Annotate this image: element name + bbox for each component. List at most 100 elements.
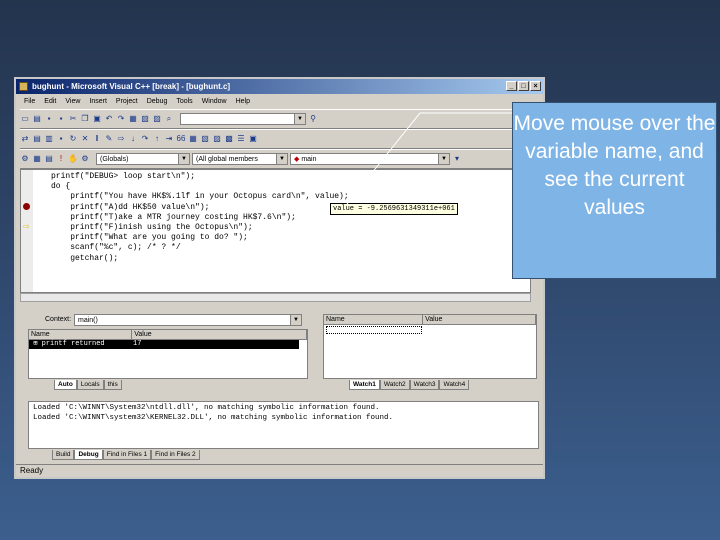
run-to-cursor-icon[interactable]: ⇥ <box>164 134 174 144</box>
tab-build[interactable]: Build <box>52 450 75 460</box>
code-editor[interactable]: ⇨ printf("DEBUG> loop start\n"); do { pri… <box>20 169 531 293</box>
code-line: printf("DEBUG> loop start\n"); <box>51 172 196 181</box>
save-icon[interactable]: ▪ <box>44 114 54 124</box>
output-line: Loaded 'C:\WINNT\system32\KERNEL32.DLL',… <box>33 414 394 422</box>
rebuild-icon[interactable]: ▥ <box>44 134 54 144</box>
tab-this[interactable]: this <box>103 380 122 390</box>
menu-tools[interactable]: Tools <box>176 98 192 105</box>
memory-icon[interactable]: ▩ <box>224 134 234 144</box>
find-icon[interactable]: ⚲ <box>308 114 318 124</box>
menu-window[interactable]: Window <box>202 98 227 105</box>
close-button[interactable]: × <box>530 81 541 91</box>
new-file-icon[interactable]: ▭ <box>20 114 30 124</box>
watch-window-icon[interactable]: ▦ <box>188 134 198 144</box>
compile-icon[interactable]: ⇄ <box>20 134 30 144</box>
code-line: printf("F)inish using the Octopus\n"); <box>51 223 253 233</box>
watch-pane[interactable]: Name Value <box>323 314 537 379</box>
output-pane[interactable]: Loaded 'C:\WINNT\System32\ntdll.dll', no… <box>28 401 539 449</box>
table-row[interactable]: ⊞ printf returned 17 <box>29 340 299 349</box>
function-combo-value: main <box>301 156 317 163</box>
scope-combo[interactable]: (Globals) ▼ <box>96 153 190 165</box>
wizard-action-icon[interactable]: ▾ <box>452 154 462 164</box>
find-combo[interactable]: ▼ <box>180 113 306 125</box>
go-icon[interactable]: ▤ <box>44 154 54 164</box>
step-out-icon[interactable]: ↑ <box>152 134 162 144</box>
editor-gutter <box>21 170 33 292</box>
tab-find-in-files-2[interactable]: Find in Files 2 <box>151 450 200 460</box>
variables-col-name[interactable]: Name <box>29 330 133 340</box>
annotation-callout: Move mouse over the variable name, and s… <box>512 102 717 279</box>
workspace-icon[interactable]: ▦ <box>128 114 138 124</box>
tab-watch2[interactable]: Watch2 <box>379 380 410 390</box>
paste-icon[interactable]: ▣ <box>92 114 102 124</box>
tab-find-in-files-1[interactable]: Find in Files 1 <box>102 450 152 460</box>
chevron-down-icon: ▼ <box>178 154 189 164</box>
chevron-down-icon: ▼ <box>438 154 449 164</box>
standard-toolbar: ▭ ▤ ▪ ▪ ✂ ❐ ▣ ↶ ↷ ▦ ▧ ▨ ⌕ ▼ ⚲ <box>20 109 539 129</box>
menu-help[interactable]: Help <box>236 98 250 105</box>
restart-icon[interactable]: ↻ <box>68 134 78 144</box>
context-combo[interactable]: main() ▼ <box>74 314 302 326</box>
redo-icon[interactable]: ↷ <box>116 114 126 124</box>
copy-icon[interactable]: ❐ <box>80 114 90 124</box>
menu-file[interactable]: File <box>24 98 35 105</box>
output-tabs: Build Debug Find in Files 1 Find in File… <box>52 450 200 460</box>
members-combo-value: (All global members <box>196 156 258 163</box>
context-label: Context: <box>42 314 74 326</box>
bookmark-icon[interactable]: ▦ <box>32 154 42 164</box>
tab-locals[interactable]: Locals <box>76 380 104 390</box>
class-wizard-icon[interactable]: ⚙ <box>20 154 30 164</box>
undo-icon[interactable]: ↶ <box>104 114 114 124</box>
cut-icon[interactable]: ✂ <box>68 114 78 124</box>
editor-horizontal-scrollbar[interactable] <box>20 293 531 302</box>
output-line: Loaded 'C:\WINNT\System32\ntdll.dll', no… <box>33 404 380 412</box>
quickwatch-icon[interactable]: 66 <box>176 134 186 144</box>
menu-edit[interactable]: Edit <box>44 98 56 105</box>
insert-breakpoint-icon[interactable]: ✋ <box>68 154 78 164</box>
find-in-files-icon[interactable]: ⌕ <box>164 114 174 124</box>
tab-watch1[interactable]: Watch1 <box>349 380 380 390</box>
show-next-statement-icon[interactable]: ⇨ <box>116 134 126 144</box>
menu-project[interactable]: Project <box>116 98 138 105</box>
function-combo[interactable]: ◆ main ▼ <box>290 153 450 165</box>
tab-watch3[interactable]: Watch3 <box>409 380 440 390</box>
output-icon[interactable]: ▧ <box>140 114 150 124</box>
registers-icon[interactable]: ▨ <box>212 134 222 144</box>
tab-auto[interactable]: Auto <box>54 380 77 390</box>
breakpoint-icon[interactable] <box>23 203 30 210</box>
code-line: getchar(); <box>51 253 119 263</box>
build-toolbar: ⇄ ▤ ▥ ▪ ↻ ✕ ‖ ✎ ⇨ ↓ ↷ ↑ ⇥ 66 ▦ ▧ ▨ ▩ ☰ ▣ <box>20 129 539 149</box>
expand-icon[interactable]: ⊞ <box>29 340 42 348</box>
watch-new-entry[interactable] <box>326 326 422 334</box>
code-line: printf("What are you going to do? "); <box>51 233 248 243</box>
execute-icon[interactable]: ! <box>56 154 66 164</box>
window-list-icon[interactable]: ▨ <box>152 114 162 124</box>
menu-view[interactable]: View <box>65 98 80 105</box>
members-combo[interactable]: (All global members ▼ <box>192 153 288 165</box>
disassembly-icon[interactable]: ▣ <box>248 134 258 144</box>
stop-debug-icon[interactable]: ✕ <box>80 134 90 144</box>
maximize-button[interactable]: □ <box>518 81 529 91</box>
tab-watch4[interactable]: Watch4 <box>439 380 470 390</box>
tab-debug[interactable]: Debug <box>74 450 103 460</box>
stop-build-icon[interactable]: ▪ <box>56 134 66 144</box>
step-over-icon[interactable]: ↷ <box>140 134 150 144</box>
debug-toggle-icon[interactable]: ⚙ <box>80 154 90 164</box>
variables-window-icon[interactable]: ▧ <box>200 134 210 144</box>
minimize-button[interactable]: _ <box>506 81 517 91</box>
code-line: scanf("%c", c); /* ? */ <box>51 243 181 253</box>
step-into-icon[interactable]: ↓ <box>128 134 138 144</box>
open-icon[interactable]: ▤ <box>32 114 42 124</box>
callout-text: Move mouse over the variable name, and s… <box>513 112 716 219</box>
variables-pane[interactable]: Name Value ⊞ printf returned 17 <box>28 329 308 379</box>
watch-col-name[interactable]: Name <box>324 315 424 325</box>
apply-code-changes-icon[interactable]: ✎ <box>104 134 114 144</box>
variables-col-value[interactable]: Value <box>132 330 307 340</box>
menu-insert[interactable]: Insert <box>89 98 107 105</box>
watch-col-value[interactable]: Value <box>423 315 536 325</box>
build-icon[interactable]: ▤ <box>32 134 42 144</box>
call-stack-icon[interactable]: ☰ <box>236 134 246 144</box>
menu-debug[interactable]: Debug <box>147 98 168 105</box>
break-icon[interactable]: ‖ <box>92 134 102 144</box>
save-all-icon[interactable]: ▪ <box>56 114 66 124</box>
